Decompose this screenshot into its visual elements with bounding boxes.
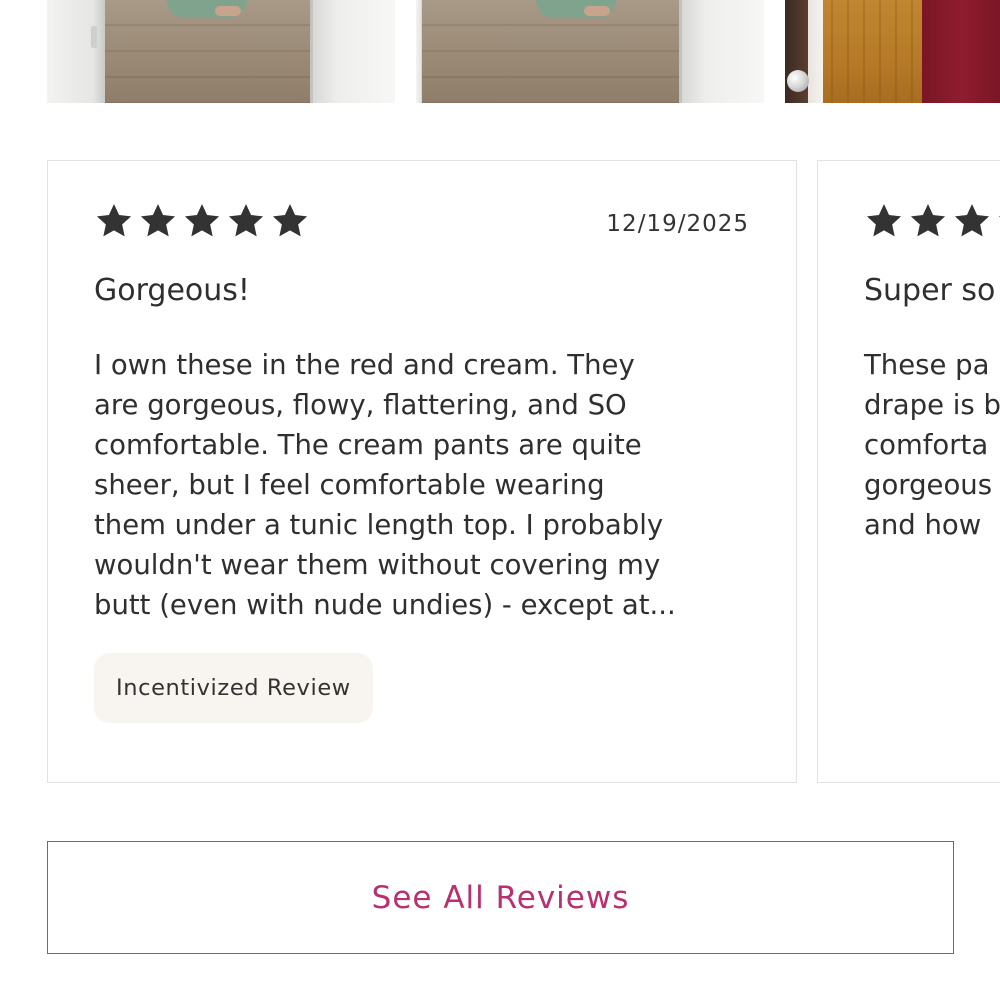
star-icon <box>910 204 946 237</box>
photo-feet <box>215 6 241 16</box>
star-rating <box>864 201 1000 241</box>
review-title: Gorgeous! <box>94 273 250 308</box>
review-photo-3[interactable] <box>785 0 1000 103</box>
star-icon <box>228 204 264 237</box>
photo-feet <box>584 6 610 16</box>
star-icon <box>184 204 220 237</box>
review-body: These pa drape is b comforta gorgeous an… <box>864 349 1000 541</box>
star-icon <box>954 204 990 237</box>
photo-mirror <box>679 0 764 103</box>
photo-mirror <box>310 0 395 103</box>
review-title: Super so <box>864 273 996 308</box>
review-card: Super so These pa drape is b comforta go… <box>817 160 1000 783</box>
photo-door <box>416 0 422 103</box>
review-body: I own these in the red and cream. They a… <box>94 349 676 621</box>
review-card: 12/19/2025 Gorgeous! I own these in the … <box>47 160 797 783</box>
door-handle <box>91 26 97 48</box>
star-icon <box>866 204 902 237</box>
incentivized-badge: Incentivized Review <box>94 653 373 723</box>
review-photo-2[interactable] <box>416 0 764 103</box>
photo-dress <box>922 0 1000 103</box>
see-all-reviews-button[interactable]: See All Reviews <box>47 841 954 954</box>
review-date: 12/19/2025 <box>606 211 749 237</box>
star-icon <box>96 204 132 237</box>
star-rating <box>94 201 310 241</box>
review-photo-1[interactable] <box>47 0 395 103</box>
star-icon <box>272 204 308 237</box>
star-icon <box>140 204 176 237</box>
photo-door <box>47 0 105 103</box>
photo-doorknob <box>787 70 809 92</box>
star-icon <box>998 216 1000 218</box>
